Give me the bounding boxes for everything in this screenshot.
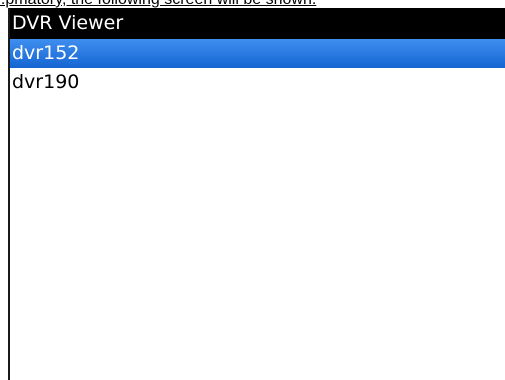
dvr-list-item[interactable]: dvr190 [10, 68, 505, 97]
dvr-list-item-label: dvr152 [12, 42, 80, 64]
dvr-list-item-label: dvr190 [12, 71, 80, 93]
dvr-list-item-selected[interactable]: dvr152 [10, 39, 505, 68]
app-title-bar: DVR Viewer [10, 8, 505, 39]
device-screen: DVR Viewer dvr152 dvr190 [8, 8, 505, 380]
document-caption: ...pmatory, the following screen will be… [0, 0, 505, 8]
app-title: DVR Viewer [12, 12, 124, 34]
page: ...pmatory, the following screen will be… [0, 0, 505, 380]
dvr-list: dvr152 dvr190 [10, 39, 505, 97]
